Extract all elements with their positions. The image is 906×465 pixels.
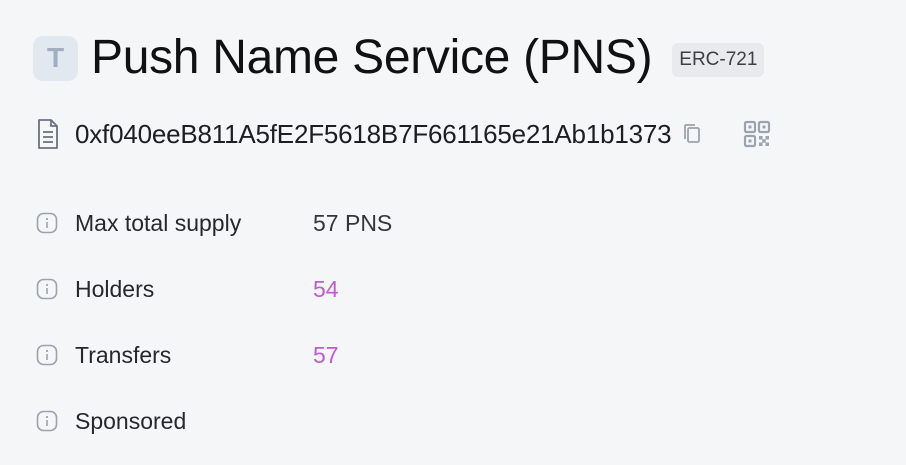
info-icon[interactable]	[36, 278, 58, 300]
detail-row-sponsored: Sponsored	[36, 405, 313, 437]
info-icon[interactable]	[36, 344, 58, 366]
detail-value: 57 PNS	[313, 209, 393, 236]
transfers-count-link[interactable]: 57	[313, 342, 339, 369]
copy-icon[interactable]	[681, 122, 703, 146]
holders-count-link[interactable]: 54	[313, 276, 339, 303]
document-icon	[38, 119, 58, 149]
token-avatar: T	[33, 35, 78, 81]
token-avatar-letter: T	[46, 42, 65, 73]
token-header: T Push Name Service (PNS) ERC-721	[33, 30, 765, 86]
detail-label: Max total supply	[75, 209, 242, 236]
detail-label: Holders	[75, 275, 155, 302]
contract-address[interactable]: 0xf040eeB811A5fE2F5618B7F661165e21Ab1b13…	[75, 116, 672, 152]
detail-label: Transfers	[75, 341, 172, 368]
qr-code-icon[interactable]	[743, 120, 771, 148]
token-standard-badge: ERC-721	[672, 43, 765, 77]
detail-row-transfers: Transfers 57	[36, 339, 339, 371]
detail-row-holders: Holders 54	[36, 273, 339, 305]
info-icon[interactable]	[36, 212, 58, 234]
info-icon[interactable]	[36, 410, 58, 432]
detail-row-max-total-supply: Max total supply 57 PNS	[36, 207, 392, 239]
contract-address-row: 0xf040eeB811A5fE2F5618B7F661165e21Ab1b13…	[36, 116, 771, 152]
detail-label: Sponsored	[75, 407, 187, 434]
page-title: Push Name Service (PNS)	[91, 31, 653, 84]
